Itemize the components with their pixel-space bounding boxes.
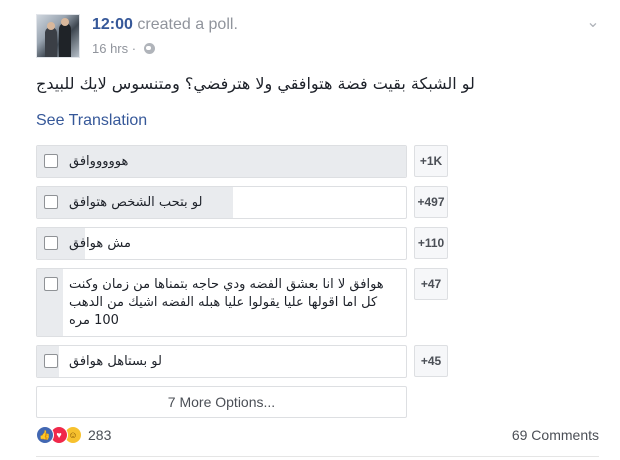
poll-option[interactable]: لو بتحب الشخص هتوافق <box>36 186 407 219</box>
avatar-head <box>61 18 69 26</box>
vote-count-badge[interactable]: +497 <box>414 186 448 218</box>
checkbox[interactable] <box>44 354 58 368</box>
poll-option[interactable]: لو بستاهل هوافق <box>36 345 407 378</box>
reaction-count: 283 <box>88 427 112 443</box>
poll-option-label: مش هوافق <box>69 236 131 251</box>
author-name[interactable]: 12:00 <box>92 16 133 33</box>
author-line: 12:00 created a poll. <box>92 16 238 34</box>
poll-option[interactable]: مش هوافق <box>36 227 407 260</box>
post-timestamp[interactable]: 16 hrs <box>92 41 128 56</box>
avatar-head <box>47 22 55 30</box>
separator: · <box>131 41 140 56</box>
poll-option[interactable]: هوافق لا انا بعشق الفضه ودي حاجه بتمناها… <box>36 268 407 337</box>
globe-icon[interactable] <box>143 43 155 54</box>
poll-option-label: هوافق لا انا بعشق الفضه ودي حاجه بتمناها… <box>69 277 384 328</box>
comments-count-link[interactable]: 69 Comments <box>512 427 599 443</box>
chevron-down-icon[interactable]: ⌄ <box>584 14 602 32</box>
post-footer: 👍 ♥ ☺ 283 69 Comments <box>36 425 599 447</box>
checkbox[interactable] <box>44 195 58 209</box>
see-translation-link[interactable]: See Translation <box>36 112 147 130</box>
poll-option-row: لو بستاهل هوافق +45 <box>36 345 448 378</box>
checkbox[interactable] <box>44 154 58 168</box>
poll-option-row: لو بتحب الشخص هتوافق +497 <box>36 186 448 219</box>
poll: هوووووافق +1K لو بتحب الشخص هتوافق +497 … <box>36 145 448 418</box>
checkbox[interactable] <box>44 236 58 250</box>
poll-option-label: لو بتحب الشخص هتوافق <box>69 195 203 210</box>
vote-count-badge[interactable]: +110 <box>414 227 448 259</box>
like-icon: 👍 <box>36 426 54 444</box>
post-text: لو الشبكة بقيت فضة هتوافقي ولا هترفضي؟ و… <box>36 74 475 93</box>
poll-option-row: مش هوافق +110 <box>36 227 448 260</box>
post-action: created a poll. <box>137 16 238 33</box>
poll-option-row: هوافق لا انا بعشق الفضه ودي حاجه بتمناها… <box>36 268 448 337</box>
post-meta: 16 hrs · <box>92 41 155 56</box>
poll-option-row: هوووووافق +1K <box>36 145 448 178</box>
vote-count-badge[interactable]: +47 <box>414 268 448 300</box>
avatar-figure <box>45 27 57 57</box>
divider <box>36 456 599 457</box>
checkbox[interactable] <box>44 277 58 291</box>
avatar-figure <box>59 23 71 57</box>
avatar[interactable] <box>36 14 80 58</box>
more-options-button[interactable]: 7 More Options... <box>36 386 407 418</box>
poll-option-label: هوووووافق <box>69 154 129 169</box>
reactions-summary[interactable]: 👍 ♥ ☺ 283 <box>36 425 111 445</box>
post-header: 12:00 created a poll. 16 hrs · ⌄ <box>36 14 606 64</box>
vote-count-badge[interactable]: +1K <box>414 145 448 177</box>
poll-option-label: لو بستاهل هوافق <box>69 354 162 369</box>
poll-option[interactable]: هوووووافق <box>36 145 407 178</box>
vote-count-badge[interactable]: +45 <box>414 345 448 377</box>
